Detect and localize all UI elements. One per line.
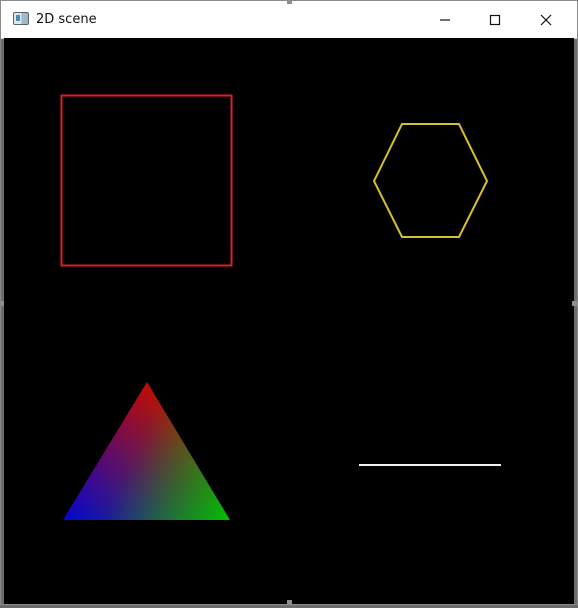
scene-svg bbox=[60, 94, 501, 520]
minimize-button[interactable] bbox=[421, 1, 469, 38]
title-bar[interactable]: 2D scene bbox=[1, 1, 577, 39]
minimize-icon bbox=[440, 18, 450, 21]
right-resize-handle[interactable] bbox=[572, 301, 577, 306]
app-window: 2D scene bbox=[0, 0, 578, 605]
left-resize-handle[interactable] bbox=[0, 301, 4, 306]
top-resize-handle[interactable] bbox=[287, 0, 292, 4]
yellow-hexagon bbox=[372, 123, 489, 238]
maximize-button[interactable] bbox=[471, 1, 519, 38]
close-button[interactable] bbox=[522, 1, 570, 38]
window-title: 2D scene bbox=[36, 12, 97, 27]
maximize-icon bbox=[489, 14, 501, 25]
close-icon bbox=[540, 14, 552, 25]
rgb-triangle-green-shading bbox=[63, 382, 230, 520]
scene-canvas[interactable] bbox=[4, 38, 574, 604]
red-square bbox=[60, 94, 233, 267]
bottom-resize-handle[interactable] bbox=[287, 600, 292, 605]
application-icon[interactable] bbox=[13, 12, 29, 25]
